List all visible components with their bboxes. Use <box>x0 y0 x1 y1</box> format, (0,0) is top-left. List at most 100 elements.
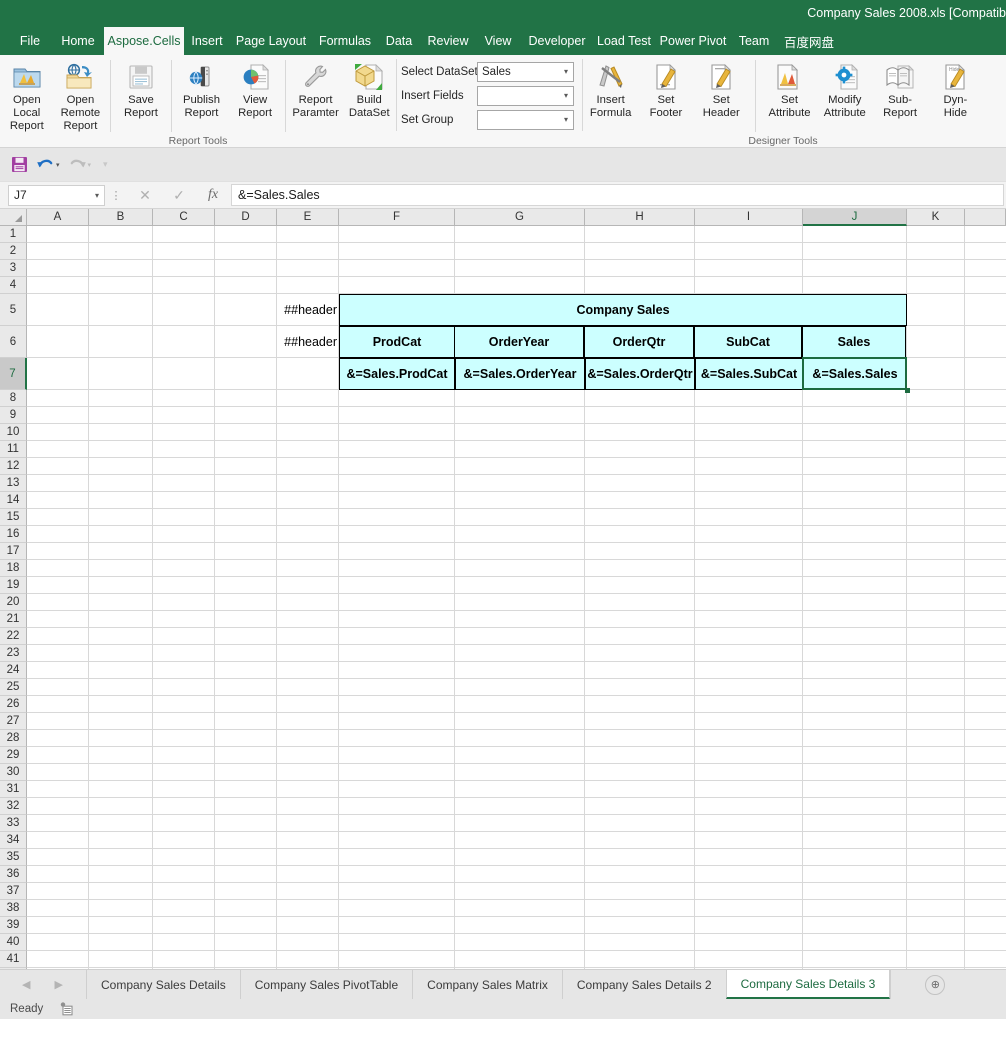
ribbon-button-view-report[interactable]: View Report <box>228 58 282 120</box>
column-header-I[interactable]: I <box>695 209 803 226</box>
row-header-36[interactable]: 36 <box>0 866 27 883</box>
row-header-33[interactable]: 33 <box>0 815 27 832</box>
table-data-cell[interactable]: &=Sales.Sales <box>803 358 907 390</box>
ribbon-button-insert-formula[interactable]: Insert Formula <box>583 58 638 120</box>
row-header-31[interactable]: 31 <box>0 781 27 798</box>
sheet-tab-company-sales-matrix[interactable]: Company Sales Matrix <box>412 970 562 999</box>
ribbon-button-set-footer[interactable]: Set Footer <box>638 58 693 120</box>
ribbon-tab-developer[interactable]: Developer <box>520 27 594 55</box>
row-header-14[interactable]: 14 <box>0 492 27 509</box>
row-header-34[interactable]: 34 <box>0 832 27 849</box>
row-header-9[interactable]: 9 <box>0 407 27 424</box>
row-header-3[interactable]: 3 <box>0 260 27 277</box>
customize-qat-button[interactable]: ▾ <box>100 152 111 178</box>
row-header-24[interactable]: 24 <box>0 662 27 679</box>
sheet-nav-prev-icon[interactable]: ◀ <box>22 978 30 991</box>
undo-dropdown-caret[interactable]: ▾ <box>56 161 60 169</box>
ribbon-button-publish-report[interactable]: Publish Report <box>175 58 229 120</box>
column-header-K[interactable]: K <box>907 209 965 226</box>
chevron-down-icon[interactable]: ▾ <box>559 115 573 124</box>
ribbon-tab-power-pivot[interactable]: Power Pivot <box>654 27 732 55</box>
save-button[interactable] <box>8 152 31 178</box>
table-column-header[interactable]: Sales <box>802 326 906 358</box>
set-group-dropdown[interactable]: ▾ <box>477 109 574 130</box>
ribbon-button-set-attribute[interactable]: Set Attribute <box>762 58 817 120</box>
row-header-1[interactable]: 1 <box>0 226 27 243</box>
row-header-35[interactable]: 35 <box>0 849 27 866</box>
row-header-26[interactable]: 26 <box>0 696 27 713</box>
sheet-nav-next-icon[interactable]: ▶ <box>54 978 62 991</box>
row-header-20[interactable]: 20 <box>0 594 27 611</box>
row-header-18[interactable]: 18 <box>0 560 27 577</box>
ribbon-button-modify-attribute[interactable]: Modify Attribute <box>817 58 872 120</box>
row-header-6[interactable]: 6 <box>0 326 27 358</box>
chevron-down-icon[interactable]: ▾ <box>559 91 573 100</box>
row-header-40[interactable]: 40 <box>0 934 27 951</box>
table-column-header[interactable]: SubCat <box>694 326 802 358</box>
row-header-32[interactable]: 32 <box>0 798 27 815</box>
formula-input[interactable]: &=Sales.Sales <box>231 184 1004 206</box>
column-header-G[interactable]: G <box>455 209 585 226</box>
select-dataset-dropdown[interactable]: Sales ▾ <box>477 61 574 82</box>
column-header-J[interactable]: J <box>803 209 907 226</box>
sheet-tab-company-sales-pivottable[interactable]: Company Sales PivotTable <box>239 970 413 999</box>
table-data-cell[interactable]: &=Sales.SubCat <box>695 358 803 390</box>
row-header-41[interactable]: 41 <box>0 951 27 968</box>
row-header-17[interactable]: 17 <box>0 543 27 560</box>
chevron-down-icon[interactable]: ▾ <box>559 67 573 76</box>
redo-button[interactable]: ▾ <box>65 152 95 178</box>
row-header-29[interactable]: 29 <box>0 747 27 764</box>
select-all-corner[interactable] <box>0 209 27 226</box>
row-header-15[interactable]: 15 <box>0 509 27 526</box>
row-header-38[interactable]: 38 <box>0 900 27 917</box>
ribbon-button-open-remote-report[interactable]: Open Remote Report <box>54 58 108 133</box>
name-box[interactable]: J7 ▾ <box>8 184 105 206</box>
ribbon-button-build-dataset[interactable]: Build DataSet <box>342 58 396 120</box>
formula-bar-grip[interactable]: ⋮ <box>105 189 127 202</box>
row-header-13[interactable]: 13 <box>0 475 27 492</box>
column-header-H[interactable]: H <box>585 209 695 226</box>
row-header-11[interactable]: 11 <box>0 441 27 458</box>
column-header-A[interactable]: A <box>27 209 89 226</box>
new-sheet-button[interactable]: ⊕ <box>925 974 946 995</box>
ribbon-tab-home[interactable]: Home <box>52 27 104 55</box>
undo-button[interactable]: ▾ <box>33 152 63 178</box>
ribbon-tab-[interactable]: 百度网盘 <box>776 27 842 55</box>
ribbon-button-dyn-hide[interactable]: Hide Dyn- Hide <box>928 58 983 120</box>
ribbon-tab-load-test[interactable]: Load Test <box>594 27 654 55</box>
column-header-D[interactable]: D <box>215 209 277 226</box>
cell-marker-header[interactable]: ##header <box>277 326 339 358</box>
row-header-12[interactable]: 12 <box>0 458 27 475</box>
cell-area[interactable]: ##header ##header Company Sales ProdCat Orde… <box>27 226 1006 969</box>
fill-handle[interactable] <box>905 388 910 393</box>
table-column-header[interactable]: OrderYear <box>454 326 584 358</box>
ribbon-tab-insert[interactable]: Insert <box>184 27 230 55</box>
table-data-cell[interactable]: &=Sales.OrderYear <box>455 358 585 390</box>
row-header-23[interactable]: 23 <box>0 645 27 662</box>
row-header-5[interactable]: 5 <box>0 294 27 326</box>
column-header-C[interactable]: C <box>153 209 215 226</box>
sheet-tab-company-sales-details[interactable]: Company Sales Details <box>86 970 240 999</box>
row-header-8[interactable]: 8 <box>0 390 27 407</box>
ribbon-tab-team[interactable]: Team <box>732 27 776 55</box>
enter-icon[interactable]: ✓ <box>162 187 196 204</box>
insert-function-icon[interactable]: fx <box>196 187 230 203</box>
table-column-header[interactable]: OrderQtr <box>584 326 694 358</box>
row-header-7[interactable]: 7 <box>0 358 27 390</box>
ribbon-button-open-local-report[interactable]: Open Local Report <box>0 58 54 133</box>
ribbon-tab-formulas[interactable]: Formulas <box>312 27 378 55</box>
row-header-37[interactable]: 37 <box>0 883 27 900</box>
row-header-16[interactable]: 16 <box>0 526 27 543</box>
row-header-25[interactable]: 25 <box>0 679 27 696</box>
cancel-icon[interactable]: ✕ <box>128 187 162 204</box>
ribbon-tab-review[interactable]: Review <box>420 27 476 55</box>
row-header-10[interactable]: 10 <box>0 424 27 441</box>
row-header-27[interactable]: 27 <box>0 713 27 730</box>
ribbon-button-save-report[interactable]: Save Report <box>114 58 168 120</box>
table-title-cell[interactable]: Company Sales <box>339 294 907 326</box>
ribbon-button-sub-report[interactable]: Sub- Report <box>872 58 927 120</box>
row-header-19[interactable]: 19 <box>0 577 27 594</box>
table-data-cell[interactable]: &=Sales.OrderQtr <box>585 358 695 390</box>
row-header-21[interactable]: 21 <box>0 611 27 628</box>
column-header-F[interactable]: F <box>339 209 455 226</box>
